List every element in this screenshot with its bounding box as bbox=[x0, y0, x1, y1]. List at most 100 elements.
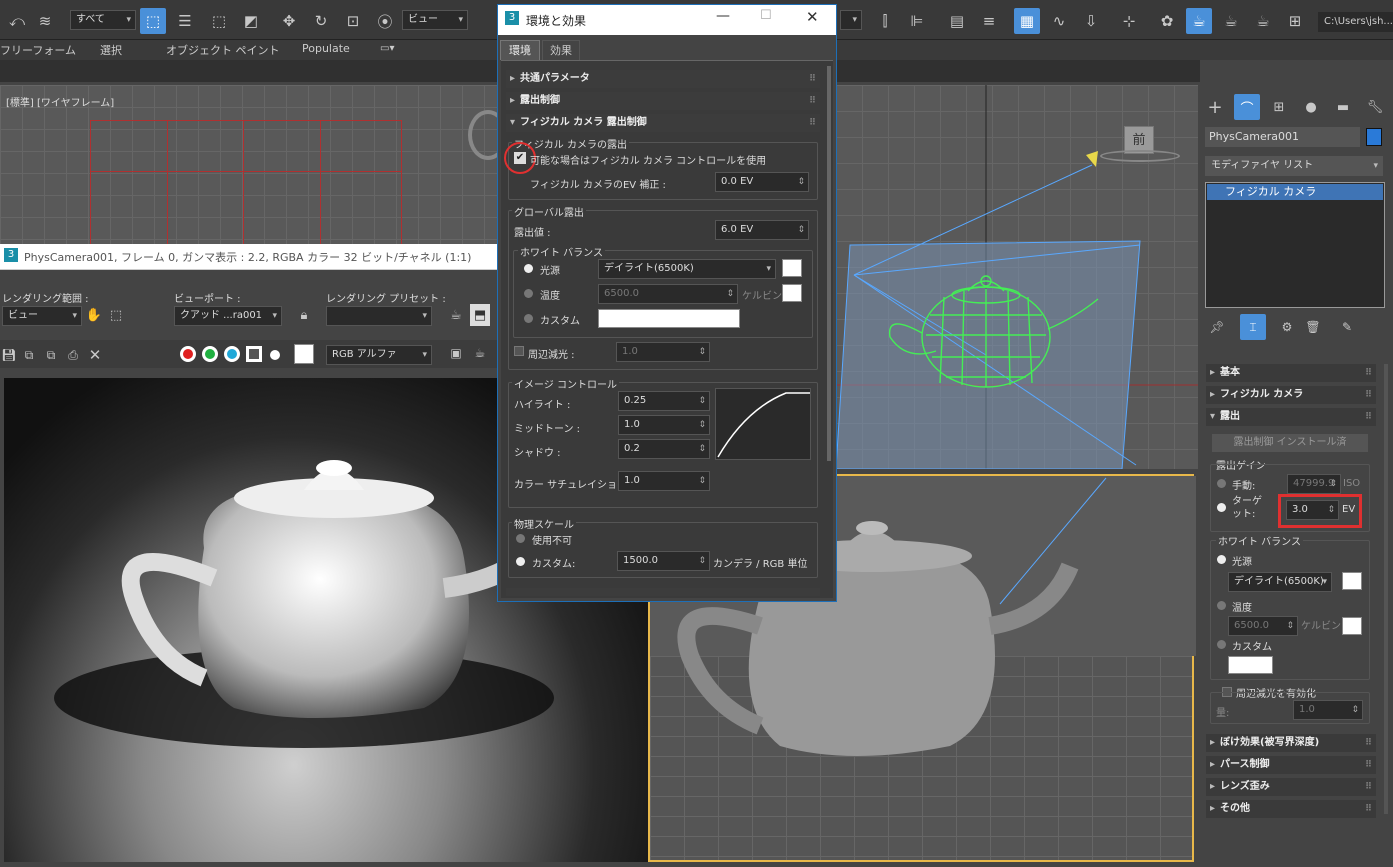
section-exposure[interactable]: 露出⠿ bbox=[1206, 408, 1376, 426]
make-unique-icon[interactable]: ⚙︎ bbox=[1274, 314, 1300, 340]
toggle-ui-icon[interactable]: ▣ bbox=[446, 342, 466, 364]
ribbon-icon[interactable]: ▦ bbox=[1014, 8, 1040, 34]
right-illuminant-swatch[interactable] bbox=[1342, 572, 1362, 590]
link-icon[interactable]: ≋ bbox=[32, 8, 58, 34]
wb-custom-swatch[interactable] bbox=[598, 309, 740, 328]
rotate-icon[interactable]: ↻ bbox=[308, 8, 334, 34]
ev-comp-spinner[interactable]: 0.0 EV bbox=[715, 172, 809, 192]
align-icon[interactable]: ⊫ bbox=[904, 8, 930, 34]
hierarchy-tab-icon[interactable]: ⊞ bbox=[1266, 94, 1292, 120]
right-temp-spinner[interactable]: 6500.0 bbox=[1228, 616, 1298, 636]
manual-radio[interactable] bbox=[1217, 479, 1226, 488]
lock-icon[interactable]: 🔒︎ bbox=[294, 304, 314, 326]
top-viewport-label[interactable]: [標準] [ワイヤフレーム] bbox=[6, 94, 114, 109]
wb-temp-spinner[interactable]: 6500.0 bbox=[598, 284, 738, 304]
install-exposure-button[interactable]: 露出制御 インストール済 bbox=[1212, 434, 1368, 452]
render-setup-icon[interactable]: ☕ bbox=[1186, 8, 1212, 34]
toggle-overlay-icon[interactable]: ☕ bbox=[470, 342, 490, 364]
vignette-checkbox[interactable] bbox=[514, 346, 524, 356]
amount-spinner[interactable]: 1.0 bbox=[1293, 700, 1363, 720]
alpha-channel-icon[interactable] bbox=[246, 346, 262, 362]
right-illuminant-radio[interactable] bbox=[1217, 555, 1226, 564]
ribbon-tab-freeform[interactable]: フリーフォーム bbox=[0, 42, 76, 58]
wb-illuminant-swatch[interactable] bbox=[782, 259, 802, 277]
red-channel-icon[interactable] bbox=[180, 346, 196, 362]
toolbar-dropdown-hidden[interactable] bbox=[840, 10, 862, 30]
rect-selection-icon[interactable]: ⬚ bbox=[206, 8, 232, 34]
display-tab-icon[interactable]: ▬ bbox=[1330, 94, 1356, 120]
viewport-dropdown[interactable]: クアッド ...ra001 bbox=[174, 306, 282, 326]
pan-hand-icon[interactable]: ✋ bbox=[84, 304, 104, 326]
wb-temp-swatch[interactable] bbox=[782, 284, 802, 302]
create-tab-icon[interactable]: + bbox=[1202, 94, 1228, 120]
section-basic[interactable]: 基本⠿ bbox=[1206, 364, 1376, 382]
project-path[interactable]: C:\Users\jsh... bbox=[1318, 12, 1393, 32]
layer-icon[interactable]: ≡ bbox=[976, 8, 1002, 34]
schematic-icon[interactable]: ⊹ bbox=[1116, 8, 1142, 34]
mono-icon[interactable] bbox=[270, 350, 280, 360]
rollout-common-params[interactable]: 共通パラメータ⠿ bbox=[506, 70, 820, 88]
select-object-icon[interactable]: ⬚ bbox=[140, 8, 166, 34]
mirror-icon[interactable]: ⫿ bbox=[872, 8, 898, 34]
ribbon-tab-populate[interactable]: Populate bbox=[302, 42, 350, 55]
render-icon[interactable]: ☕ bbox=[1250, 8, 1276, 34]
stack-item-physcam[interactable]: フィジカル カメラ bbox=[1207, 184, 1383, 200]
place-icon[interactable]: ⦿ bbox=[372, 8, 398, 34]
wb-temp-radio[interactable] bbox=[524, 289, 533, 298]
curve-editor-icon[interactable]: ∿ bbox=[1046, 8, 1072, 34]
section-misc[interactable]: その他⠿ bbox=[1206, 800, 1376, 818]
object-color-swatch[interactable] bbox=[1366, 128, 1382, 146]
ribbon-options-icon[interactable]: ▭▾ bbox=[380, 43, 394, 54]
target-radio[interactable] bbox=[1217, 503, 1226, 512]
wb-illuminant-dropdown[interactable]: デイライト(6500K) bbox=[598, 259, 776, 279]
section-dof[interactable]: ぼけ効果(被写界深度)⠿ bbox=[1206, 734, 1376, 752]
scene-explorer-icon[interactable]: ▤ bbox=[944, 8, 970, 34]
region-icon[interactable]: ⬚ bbox=[106, 304, 126, 326]
utilities-tab-icon[interactable]: 🔧︎ bbox=[1362, 94, 1388, 120]
wb-custom-radio[interactable] bbox=[524, 314, 533, 323]
object-name-field[interactable]: PhysCamera001 bbox=[1205, 127, 1360, 147]
manual-iso-spinner[interactable]: 47999.9 bbox=[1287, 474, 1341, 494]
midtone-spinner[interactable]: 1.0 bbox=[618, 415, 710, 435]
clear-icon[interactable]: ✕ bbox=[82, 342, 108, 368]
rendered-frame-icon[interactable]: ☕ bbox=[1218, 8, 1244, 34]
minimize-icon[interactable]: — bbox=[716, 8, 730, 24]
maximize-icon[interactable]: ☐ bbox=[760, 8, 772, 23]
dope-sheet-icon[interactable]: ⇩ bbox=[1078, 8, 1104, 34]
close-icon[interactable]: ✕ bbox=[806, 8, 819, 26]
shadow-spinner[interactable]: 0.2 bbox=[618, 439, 710, 459]
blue-channel-icon[interactable] bbox=[224, 346, 240, 362]
render-preset-dropdown[interactable] bbox=[326, 306, 432, 326]
window-crossing-icon[interactable]: ◩ bbox=[238, 8, 264, 34]
wb-illuminant-radio[interactable] bbox=[524, 264, 533, 273]
motion-tab-icon[interactable]: ● bbox=[1298, 94, 1324, 120]
right-temp-swatch[interactable] bbox=[1342, 617, 1362, 635]
section-perspective[interactable]: パース制御⠿ bbox=[1206, 756, 1376, 774]
right-custom-swatch[interactable] bbox=[1228, 656, 1273, 674]
color-swatch[interactable] bbox=[294, 344, 314, 364]
render-range-dropdown[interactable]: ビュー bbox=[2, 306, 82, 326]
scale-icon[interactable]: ⊡ bbox=[340, 8, 366, 34]
modify-tab-icon[interactable]: ⌒ bbox=[1234, 94, 1260, 120]
section-lens[interactable]: レンズ歪み⠿ bbox=[1206, 778, 1376, 796]
vignette-spinner[interactable]: 1.0 bbox=[616, 342, 710, 362]
ribbon-tab-selection[interactable]: 選択 bbox=[100, 42, 122, 58]
highlight-spinner[interactable]: 0.25 bbox=[618, 391, 710, 411]
configure-sets-icon[interactable]: ✎ bbox=[1334, 314, 1360, 340]
selection-filter-dropdown[interactable]: すべて bbox=[70, 10, 136, 30]
undo-icon[interactable]: ⤺ bbox=[4, 8, 30, 34]
rollout-exposure-control[interactable]: 露出制御⠿ bbox=[506, 92, 820, 110]
command-panel-scrollbar[interactable] bbox=[1384, 364, 1388, 814]
modifier-list-dropdown[interactable]: モディファイヤ リスト bbox=[1205, 156, 1383, 176]
physscale-custom-spinner[interactable]: 1500.0 bbox=[617, 551, 710, 571]
tab-effects[interactable]: 効果 bbox=[542, 40, 580, 60]
channel-display-dropdown[interactable]: RGB アルファ bbox=[326, 345, 432, 365]
material-editor-icon[interactable]: ✿ bbox=[1154, 8, 1180, 34]
remove-modifier-icon[interactable]: 🗑︎ bbox=[1300, 314, 1326, 340]
saturation-spinner[interactable]: 1.0 bbox=[618, 471, 710, 491]
exposure-value-spinner[interactable]: 6.0 EV bbox=[715, 220, 809, 240]
move-icon[interactable]: ✥ bbox=[276, 8, 302, 34]
tab-environment[interactable]: 環境 bbox=[500, 40, 540, 60]
environment-icon[interactable]: ⬒ bbox=[470, 304, 490, 326]
rollout-physcam-exposure[interactable]: フィジカル カメラ 露出制御⠿ bbox=[506, 114, 820, 132]
